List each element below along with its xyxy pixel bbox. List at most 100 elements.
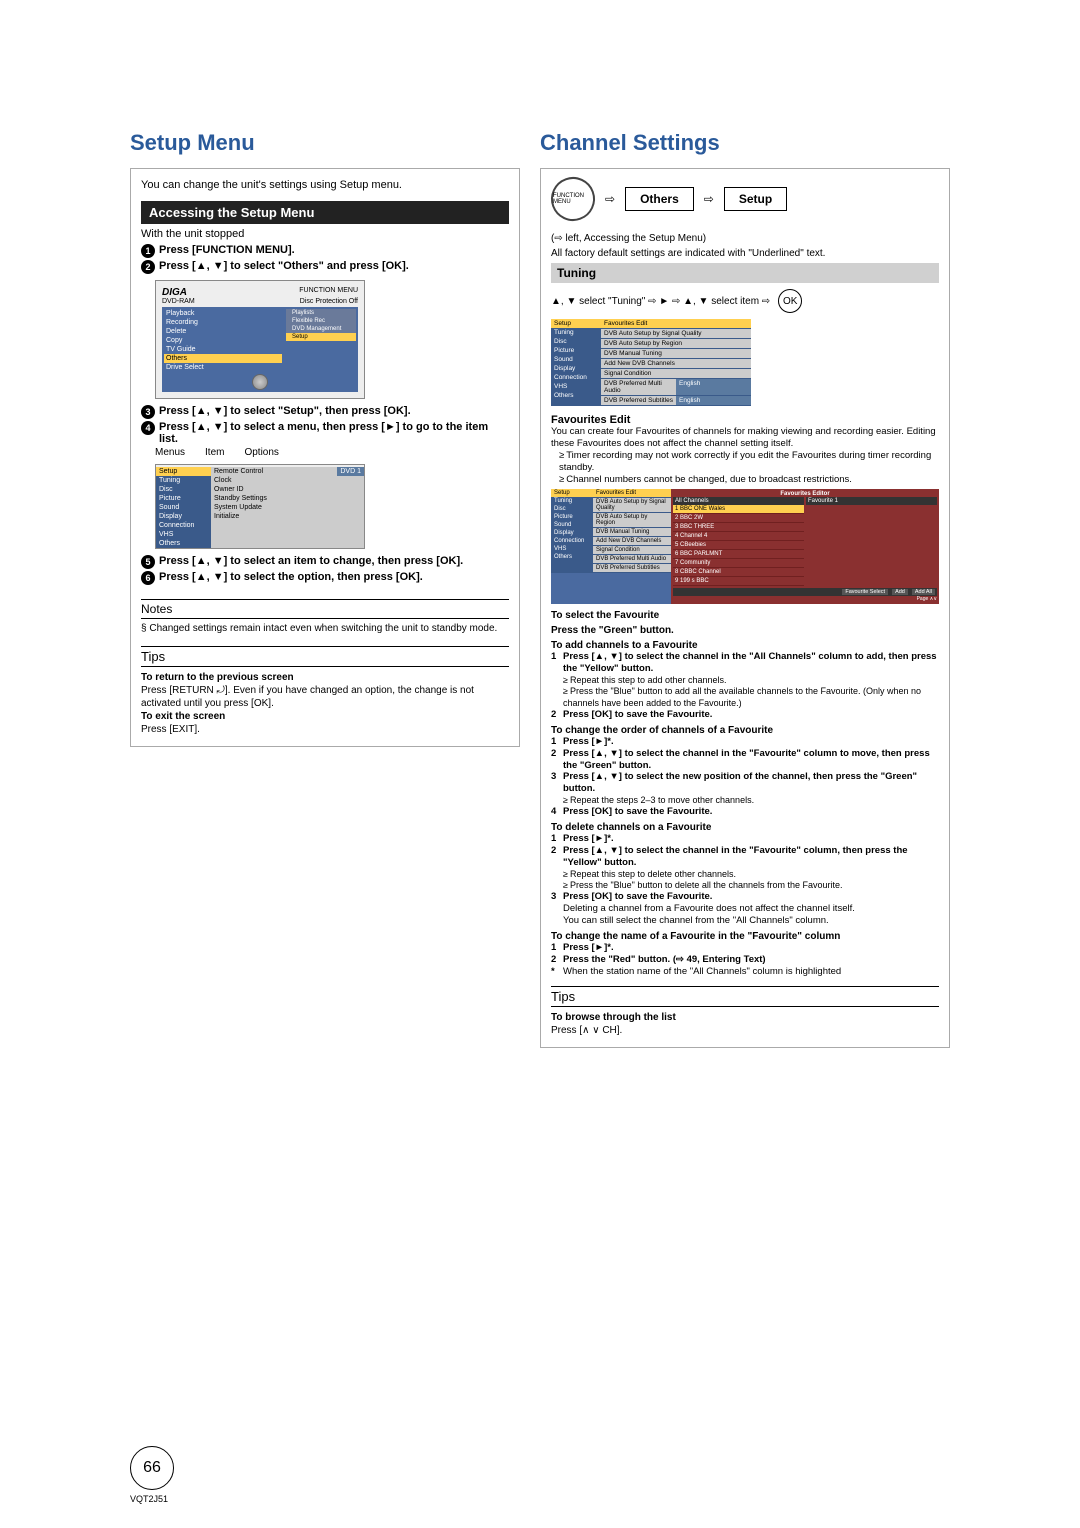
m2-standby: Standby Settings <box>211 494 364 503</box>
step-2-text: Press [▲, ▼] to select "Others" and pres… <box>159 260 409 274</box>
del-2: Press [▲, ▼] to select the channel in th… <box>563 845 939 869</box>
m2-owner: Owner ID <box>211 485 364 494</box>
notes-body: Changed settings remain intact even when… <box>141 623 509 634</box>
tips-header-right: Tips <box>551 986 939 1007</box>
tuning-header: Tuning <box>551 263 939 283</box>
m2-s-disc: Disc <box>156 485 211 494</box>
m2-s-sound: Sound <box>156 503 211 512</box>
em-ch8: 9 199 s BBC <box>673 577 804 586</box>
em-i4: Add New DVB Channels <box>593 537 671 546</box>
em-ch1: 2 BBC 2W <box>673 514 804 523</box>
disc-label: DVD-RAM <box>162 298 195 305</box>
del-1: Press [►]*. <box>563 833 614 845</box>
em-conn: Connection <box>551 537 593 545</box>
accessing-header: Accessing the Setup Menu <box>141 201 509 224</box>
m2-s-setup: Setup <box>156 467 211 476</box>
m2-dvd1: DVD 1 <box>337 467 364 476</box>
m2-s-vhs: VHS <box>156 530 211 539</box>
em-ch3: 4 Channel 4 <box>673 532 804 541</box>
del-3: Press [OK] to save the Favourite. <box>563 891 712 903</box>
m1-copy: Copy <box>166 337 182 344</box>
factory-text: All factory default settings are indicat… <box>551 248 939 259</box>
m1-setup: Setup <box>286 333 356 341</box>
m2-sysupd: System Update <box>211 503 364 512</box>
sel-fav-b: Press the "Green" button. <box>551 625 939 636</box>
step-3-text: Press [▲, ▼] to select "Setup", then pre… <box>159 405 411 419</box>
step-5: 5Press [▲, ▼] to select an item to chang… <box>141 555 509 569</box>
sm-sound: Sound <box>551 355 601 364</box>
em-pic: Picture <box>551 513 593 521</box>
m2-s-others: Others <box>156 539 211 548</box>
m1-drive: Drive Select <box>166 364 204 371</box>
ok-icon: OK <box>778 289 802 313</box>
sm-autoreg: DVB Auto Setup by Region <box>601 339 751 349</box>
m2-clock: Clock <box>211 476 364 485</box>
m1-others: Others <box>166 355 187 362</box>
sel-fav-h: To select the Favourite <box>551 610 939 621</box>
chg-1: Press [►]*. <box>563 736 614 748</box>
em-b1: Add <box>892 589 908 595</box>
sm-autosq: DVB Auto Setup by Signal Quality <box>601 329 751 339</box>
sm-subs: DVB Preferred Subtitles <box>601 396 676 406</box>
em-i0: Favourites Edit <box>593 489 671 498</box>
step-2: 2Press [▲, ▼] to select "Others" and pre… <box>141 260 509 274</box>
function-menu-mock: DIGAFUNCTION MENU DVD-RAMDisc Protection… <box>155 280 365 399</box>
add-2: Press [OK] to save the Favourite. <box>563 709 712 721</box>
setup-mock-left: Setup Tuning Disc Picture Sound Display … <box>155 464 365 549</box>
m1-tvguide: TV Guide <box>166 346 196 353</box>
sm-tuning: Tuning <box>551 328 601 337</box>
add-1a: Repeat this step to add other channels. <box>563 675 939 686</box>
em-vhs: VHS <box>551 545 593 553</box>
sm-vhs: VHS <box>551 382 601 391</box>
sm-subs-v: English <box>676 396 751 406</box>
chg-h: To change the order of channels of a Fav… <box>551 725 939 736</box>
m2-init: Initialize <box>211 512 364 521</box>
step-5-text: Press [▲, ▼] to select an item to change… <box>159 555 463 569</box>
ref-text: (⇨ left, Accessing the Setup Menu) <box>551 233 939 244</box>
name-2: Press the "Red" button. (⇨ 49, Entering … <box>563 954 766 966</box>
setup-tuning-mock: Setup Tuning Disc Picture Sound Display … <box>551 319 751 406</box>
page-number: 66 <box>130 1446 174 1490</box>
em-i5: Signal Condition <box>593 546 671 555</box>
footer-code: VQT2J51 <box>130 1494 168 1504</box>
fav-li1: Timer recording may not work correctly i… <box>559 450 939 474</box>
em-i6: DVB Preferred Multi Audio <box>593 555 671 564</box>
em-disc: Disc <box>551 505 593 513</box>
sm-signal: Signal Condition <box>601 369 751 379</box>
star-note: When the station name of the "All Channe… <box>563 966 841 978</box>
step-3: 3Press [▲, ▼] to select "Setup", then pr… <box>141 405 509 419</box>
em-b0: Favourite Select <box>842 589 888 595</box>
del-h: To delete channels on a Favourite <box>551 822 939 833</box>
sm-pic: Picture <box>551 346 601 355</box>
step-1-text: Press [FUNCTION MENU]. <box>159 244 295 258</box>
channel-settings-title: Channel Settings <box>540 130 950 156</box>
em-ch4: 5 CBeebies <box>673 541 804 550</box>
m1-recording: Recording <box>166 319 198 326</box>
fav-edit-b1: You can create four Favourites of channe… <box>551 426 936 449</box>
tips-exit-h: To exit the screen <box>141 711 225 722</box>
setup-menu-title: Setup Menu <box>130 130 520 156</box>
em-ch6: 7 Community <box>673 559 804 568</box>
em-ch7: 8 CBBC Channel <box>673 568 804 577</box>
function-menu-dial-icon: FUNCTION MENU <box>545 171 601 227</box>
sm-manual: DVB Manual Tuning <box>601 349 751 359</box>
em-sound: Sound <box>551 521 593 529</box>
brand: DIGA <box>162 287 187 298</box>
tips-return-b: Press [RETURN ⤾]. Even if you have chang… <box>141 685 474 709</box>
em-ch5: 6 BBC PARLMNT <box>673 550 804 559</box>
em-ch2: 3 BBC THREE <box>673 523 804 532</box>
sm-favedit: Favourites Edit <box>601 319 751 329</box>
m2-s-picture: Picture <box>156 494 211 503</box>
tips-return-h: To return to the previous screen <box>141 672 294 683</box>
em-fav1: Favourite 1 <box>806 497 937 505</box>
chg-3: Press [▲, ▼] to select the new position … <box>563 771 939 795</box>
label-options: Options <box>244 447 278 458</box>
name-1: Press [►]*. <box>563 942 614 954</box>
em-tuning: Tuning <box>551 497 593 505</box>
add-1b: Press the "Blue" button to add all the a… <box>563 686 939 709</box>
del-2b: Press the "Blue" button to delete all th… <box>563 880 939 891</box>
sm-setup: Setup <box>551 319 601 328</box>
fav-li2: Channel numbers cannot be changed, due t… <box>559 474 939 486</box>
m2-s-tuning: Tuning <box>156 476 211 485</box>
sm-audio: DVB Preferred Multi Audio <box>601 379 676 396</box>
